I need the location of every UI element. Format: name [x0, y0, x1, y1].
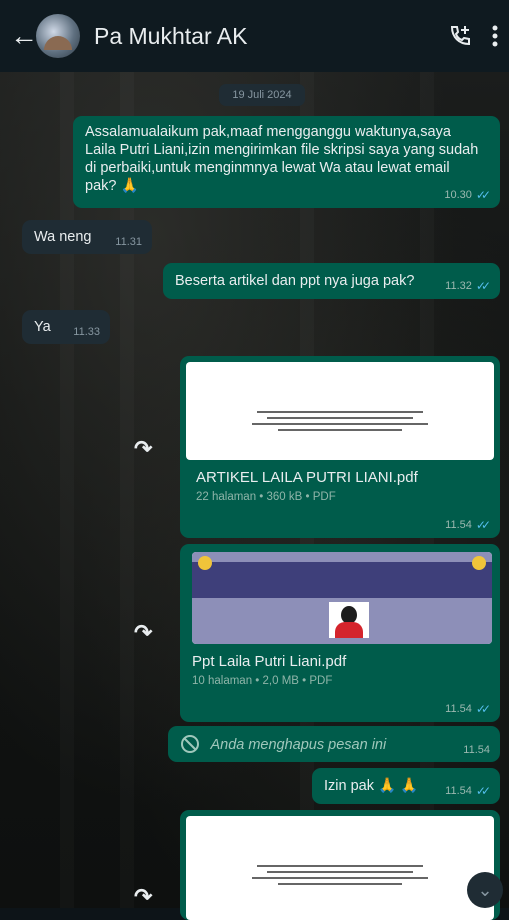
document-text-lines: [236, 861, 444, 889]
document-message[interactable]: ARTIKEL LAILA PUTRI LIANI.pdf 22 halaman…: [180, 356, 500, 538]
message-text: Izin pak 🙏 🙏: [324, 778, 419, 794]
date-chip: 19 Juli 2024: [219, 84, 305, 106]
forward-icon[interactable]: ↷: [134, 884, 152, 910]
deleted-text: Anda menghapus pesan ini: [210, 737, 387, 753]
back-arrow-icon[interactable]: ←: [10, 22, 38, 50]
read-ticks-icon: ✓✓: [475, 784, 491, 798]
document-message[interactable]: [180, 810, 500, 920]
document-name: ARTIKEL LAILA PUTRI LIANI.pdf: [196, 469, 418, 486]
message-meta: 10.30 ✓✓: [444, 188, 491, 202]
document-message[interactable]: Ppt Laila Putri Liani.pdf 10 halaman • 2…: [180, 544, 500, 722]
message-bubble-outgoing[interactable]: Izin pak 🙏 🙏 11.54 ✓✓: [312, 768, 500, 804]
scroll-down-button[interactable]: ⌄: [467, 872, 503, 908]
slide-photo: [329, 602, 369, 638]
message-time: 11.32: [445, 280, 472, 292]
deleted-message[interactable]: Anda menghapus pesan ini 11.54: [168, 726, 500, 762]
read-ticks-icon: ✓✓: [475, 518, 491, 532]
document-info: 22 halaman • 360 kB • PDF: [196, 491, 336, 503]
message-text: Ya: [34, 319, 51, 335]
contact-name[interactable]: Pa Mukhtar AK: [94, 23, 429, 50]
message-meta: 11.54 ✓✓: [445, 702, 491, 716]
document-preview[interactable]: [186, 362, 494, 460]
message-time: 11.54: [463, 744, 490, 756]
message-text: Wa neng: [34, 229, 92, 245]
document-preview[interactable]: [186, 816, 494, 920]
avatar[interactable]: [36, 14, 80, 58]
add-call-icon[interactable]: [447, 23, 473, 49]
photo-body: [335, 622, 363, 638]
message-time: 10.30: [444, 189, 472, 201]
message-time: 11.31: [115, 236, 142, 248]
more-options-icon[interactable]: [491, 24, 499, 48]
slide-logo-icon: [472, 556, 486, 570]
document-text-lines: [236, 407, 444, 435]
message-time: 11.54: [445, 785, 472, 797]
read-ticks-icon: ✓✓: [475, 702, 491, 716]
message-meta: 11.54: [463, 744, 490, 756]
slide-logo-icon: [198, 556, 212, 570]
chevron-down-icon: ⌄: [477, 880, 493, 900]
message-meta: 11.54 ✓✓: [445, 784, 491, 798]
message-bubble-incoming[interactable]: Ya 11.33: [22, 310, 110, 344]
wallpaper-stripe: [60, 72, 74, 908]
message-bubble-outgoing[interactable]: Beserta artikel dan ppt nya juga pak? 11…: [163, 263, 500, 299]
message-time: 11.33: [73, 326, 100, 338]
message-text: Beserta artikel dan ppt nya juga pak?: [175, 273, 415, 289]
read-ticks-icon: ✓✓: [475, 279, 491, 293]
read-ticks-icon: ✓✓: [475, 188, 491, 202]
chat-header: ← Pa Mukhtar AK: [0, 0, 509, 72]
message-bubble-outgoing[interactable]: Assalamualaikum pak,maaf mengganggu wakt…: [73, 116, 500, 208]
message-meta: 11.54 ✓✓: [445, 518, 491, 532]
slide-title-band: [192, 562, 492, 598]
message-meta: 11.32 ✓✓: [445, 279, 491, 293]
message-time: 11.54: [445, 519, 472, 531]
message-meta: 11.33: [73, 326, 100, 338]
forward-icon[interactable]: ↷: [134, 620, 152, 646]
blocked-icon: [181, 735, 199, 753]
message-text: Assalamualaikum pak,maaf mengganggu wakt…: [85, 124, 479, 194]
document-name: Ppt Laila Putri Liani.pdf: [192, 653, 347, 670]
forward-icon[interactable]: ↷: [134, 436, 152, 462]
message-meta: 11.31: [115, 236, 142, 248]
message-time: 11.54: [445, 703, 472, 715]
document-preview[interactable]: [192, 552, 492, 644]
document-info: 10 halaman • 2,0 MB • PDF: [192, 675, 333, 687]
message-bubble-incoming[interactable]: Wa neng 11.31: [22, 220, 152, 254]
